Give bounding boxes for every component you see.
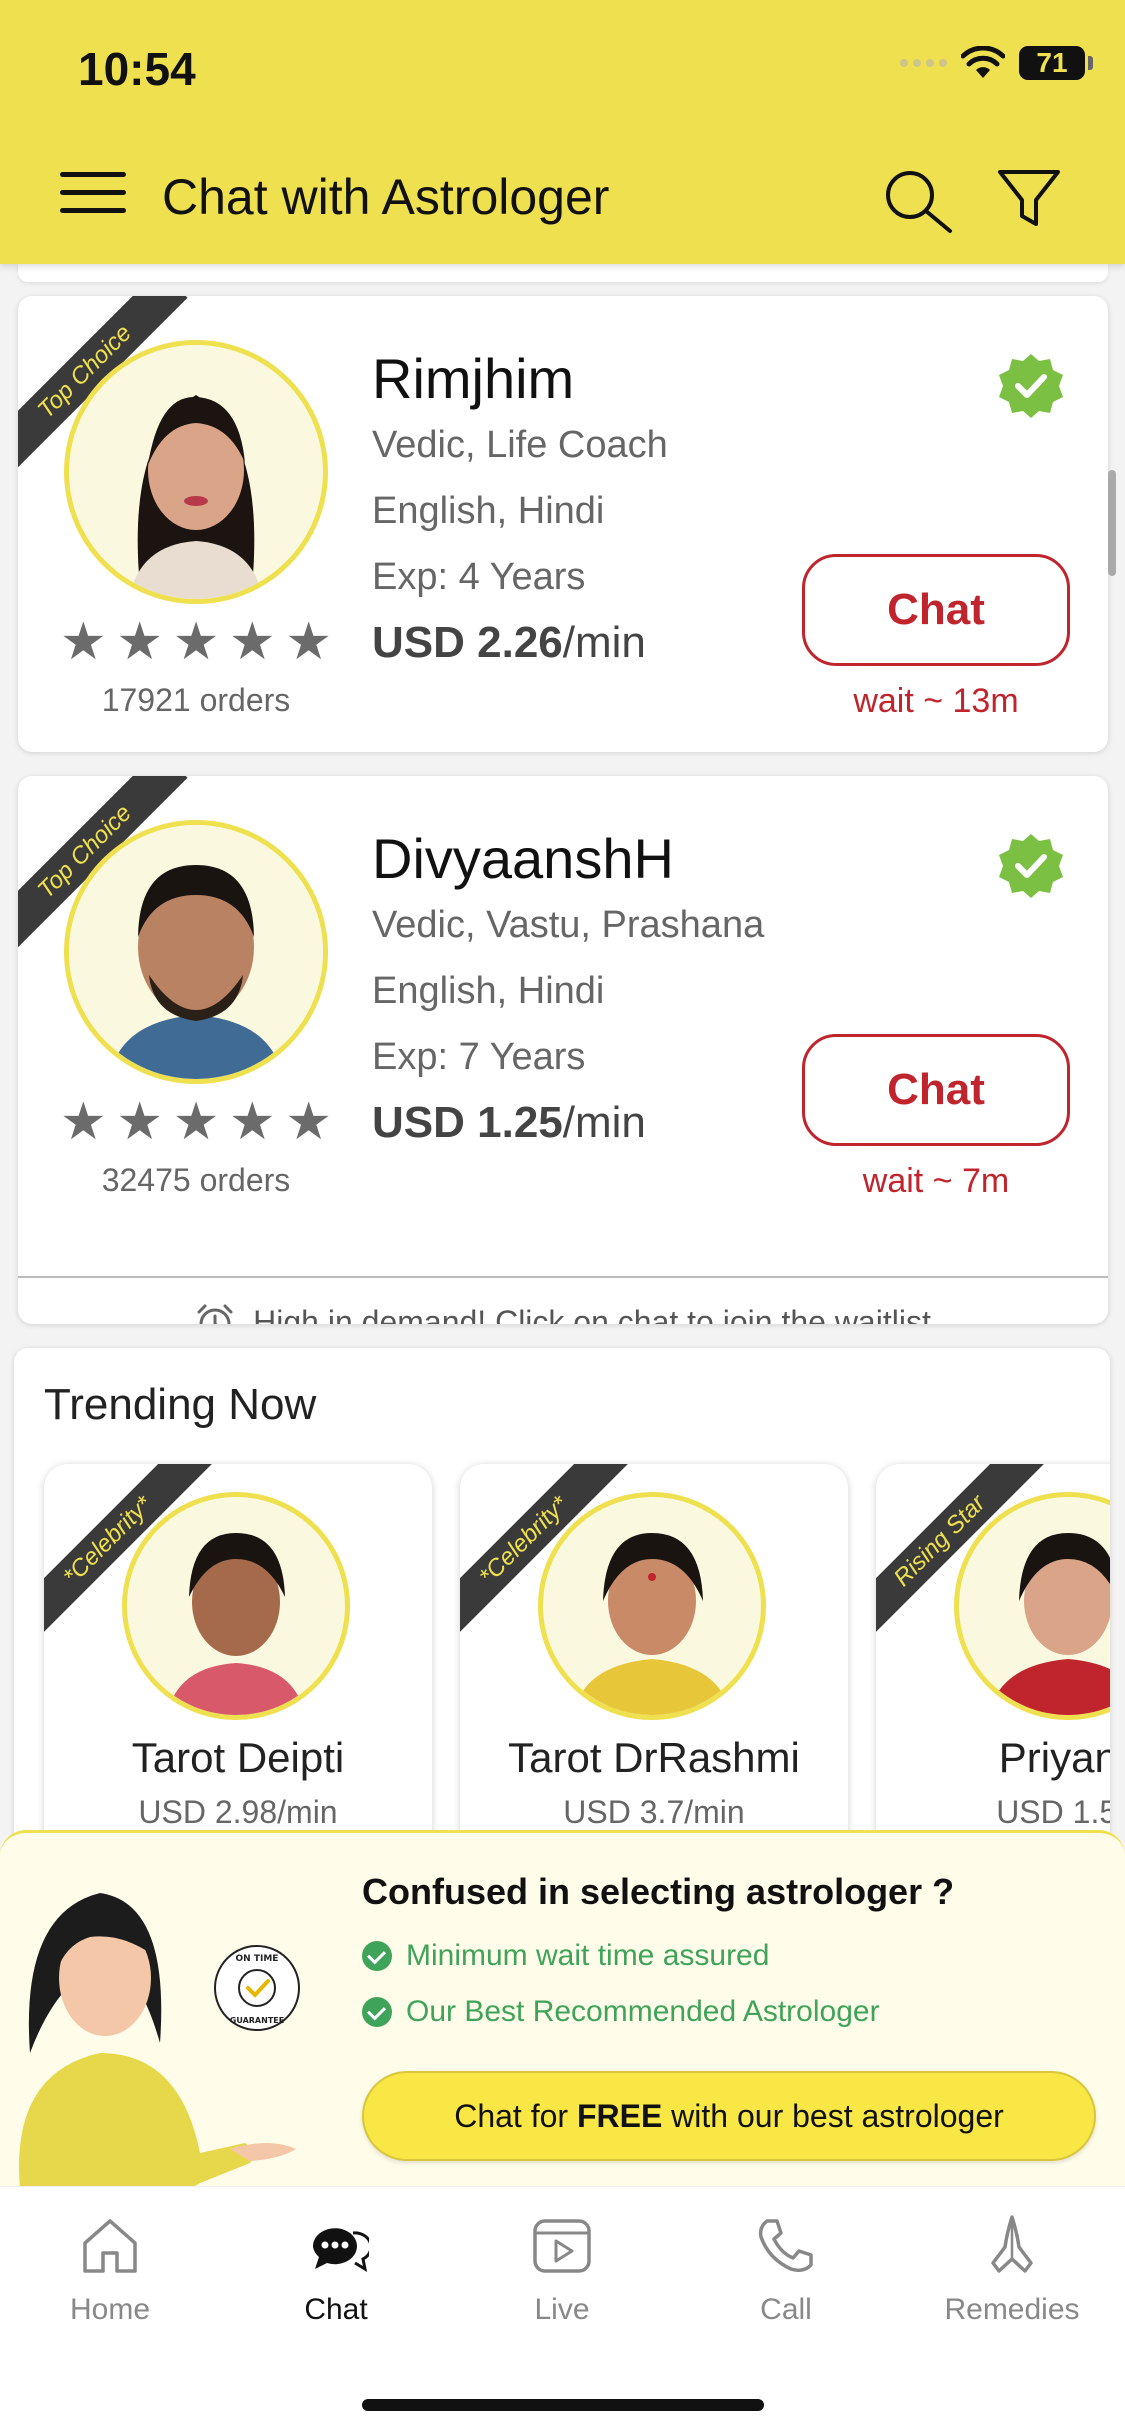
waitlist-notice-text: High in demand! Click on chat to join th… bbox=[253, 1303, 931, 1325]
check-icon bbox=[362, 1997, 392, 2027]
astrologer-experience: Exp: 7 Years bbox=[372, 1036, 586, 1078]
on-time-guarantee-badge: ON TIME GUARANTEE bbox=[214, 1945, 300, 2031]
astrologer-skills: Vedic, Vastu, Prashana bbox=[372, 904, 765, 946]
trending-name: Tarot DrRashmi bbox=[508, 1734, 800, 1781]
astrologer-experience: Exp: 4 Years bbox=[372, 556, 586, 598]
menu-icon[interactable] bbox=[60, 172, 126, 218]
svg-text:GUARANTEE: GUARANTEE bbox=[230, 2016, 284, 2025]
chat-button[interactable]: Chat bbox=[802, 554, 1070, 666]
bottom-navigation: Home Chat Live Call Remedies bbox=[0, 2186, 1125, 2436]
wait-time: wait ~ 13m bbox=[853, 682, 1019, 720]
verified-icon bbox=[999, 834, 1063, 898]
scrollbar[interactable] bbox=[1108, 470, 1116, 576]
free-chat-banner: ON TIME GUARANTEE Confused in selecting … bbox=[0, 1830, 1125, 2186]
previous-card-edge bbox=[18, 262, 1108, 282]
order-count: 17921 orders bbox=[101, 682, 291, 718]
astrologer-avatar bbox=[64, 820, 328, 1084]
nav-call[interactable]: Call bbox=[706, 2213, 866, 2327]
astrologer-name: DivyaanshH bbox=[372, 827, 674, 890]
astrologer-languages: English, Hindi bbox=[372, 970, 605, 1012]
banner-title: Confused in selecting astrologer ? bbox=[362, 1871, 955, 1912]
astrologer-languages: English, Hindi bbox=[372, 490, 605, 532]
astrologer-card[interactable]: Top Choice ★ ★ ★ ★ ★ 32475 orders DivyaanshH… bbox=[18, 776, 1108, 1324]
waitlist-notice: High in demand! Click on chat to join th… bbox=[18, 1276, 1108, 1324]
live-icon bbox=[533, 2219, 591, 2273]
verified-icon bbox=[999, 354, 1063, 418]
status-icons: 71 bbox=[900, 46, 1093, 80]
filter-icon[interactable] bbox=[996, 166, 1062, 232]
rating-stars: ★ ★ ★ ★ ★ bbox=[60, 1096, 332, 1148]
order-count: 32475 orders bbox=[101, 1162, 291, 1198]
trending-title: Trending Now bbox=[44, 1380, 317, 1429]
star-icon: ★ bbox=[60, 613, 107, 671]
star-icon: ★ bbox=[229, 1093, 276, 1151]
star-icon: ★ bbox=[116, 613, 163, 671]
wifi-icon bbox=[961, 46, 1005, 78]
wait-time: wait ~ 7m bbox=[862, 1162, 1010, 1200]
astrologer-name: Rimjhim bbox=[372, 347, 575, 410]
battery-icon: 71 bbox=[1019, 46, 1093, 80]
trending-price: USD 2.98/min bbox=[138, 1794, 338, 1830]
star-icon: ★ bbox=[285, 613, 332, 671]
star-icon: ★ bbox=[116, 1093, 163, 1151]
call-icon bbox=[758, 2219, 813, 2273]
star-icon: ★ bbox=[60, 1093, 107, 1151]
page-title: Chat with Astrologer bbox=[162, 169, 610, 225]
status-time: 10:54 bbox=[78, 43, 196, 95]
trending-avatar bbox=[538, 1492, 766, 1720]
nav-remedies[interactable]: Remedies bbox=[932, 2213, 1092, 2327]
nav-home[interactable]: Home bbox=[30, 2213, 190, 2327]
trending-name: Priyann bbox=[998, 1734, 1110, 1781]
nav-chat[interactable]: Chat bbox=[256, 2213, 416, 2327]
trending-avatar bbox=[122, 1492, 350, 1720]
astrologer-price: USD 2.26/min bbox=[372, 618, 646, 667]
chat-button[interactable]: Chat bbox=[802, 1034, 1070, 1146]
check-icon bbox=[362, 1941, 392, 1971]
alarm-clock-icon bbox=[197, 1304, 233, 1324]
star-icon: ★ bbox=[172, 1093, 220, 1151]
astrologer-card[interactable]: Top Choice ★ ★ ★ ★ ★ 17921 orders Rimjhim Ve… bbox=[18, 296, 1108, 752]
home-indicator bbox=[362, 2399, 764, 2411]
banner-point: Our Best Recommended Astrologer bbox=[362, 1995, 880, 2029]
astrologer-avatar bbox=[64, 340, 328, 604]
trending-price: USD 3.7/min bbox=[563, 1794, 745, 1830]
trending-price: USD 1.54/ bbox=[996, 1794, 1110, 1830]
star-icon: ★ bbox=[285, 1093, 332, 1151]
chat-icon bbox=[312, 2228, 369, 2273]
astrologer-skills: Vedic, Life Coach bbox=[372, 424, 668, 466]
astrologer-price: USD 1.25/min bbox=[372, 1098, 646, 1147]
svg-text:ON TIME: ON TIME bbox=[236, 1954, 279, 1964]
app-header: 10:54 71 Chat with Astrologer bbox=[0, 0, 1125, 264]
search-icon[interactable] bbox=[880, 165, 956, 235]
remedies-icon bbox=[991, 2215, 1033, 2273]
free-chat-button[interactable]: Chat for FREE with our best astrologer bbox=[362, 2071, 1096, 2161]
banner-point: Minimum wait time assured bbox=[362, 1939, 769, 1973]
trending-name: Tarot Deipti bbox=[131, 1734, 345, 1781]
star-icon: ★ bbox=[172, 613, 220, 671]
star-icon: ★ bbox=[229, 613, 276, 671]
nav-live[interactable]: Live bbox=[482, 2213, 642, 2327]
signal-icon bbox=[900, 59, 947, 67]
home-icon bbox=[83, 2219, 137, 2273]
rating-stars: ★ ★ ★ ★ ★ bbox=[60, 616, 332, 668]
